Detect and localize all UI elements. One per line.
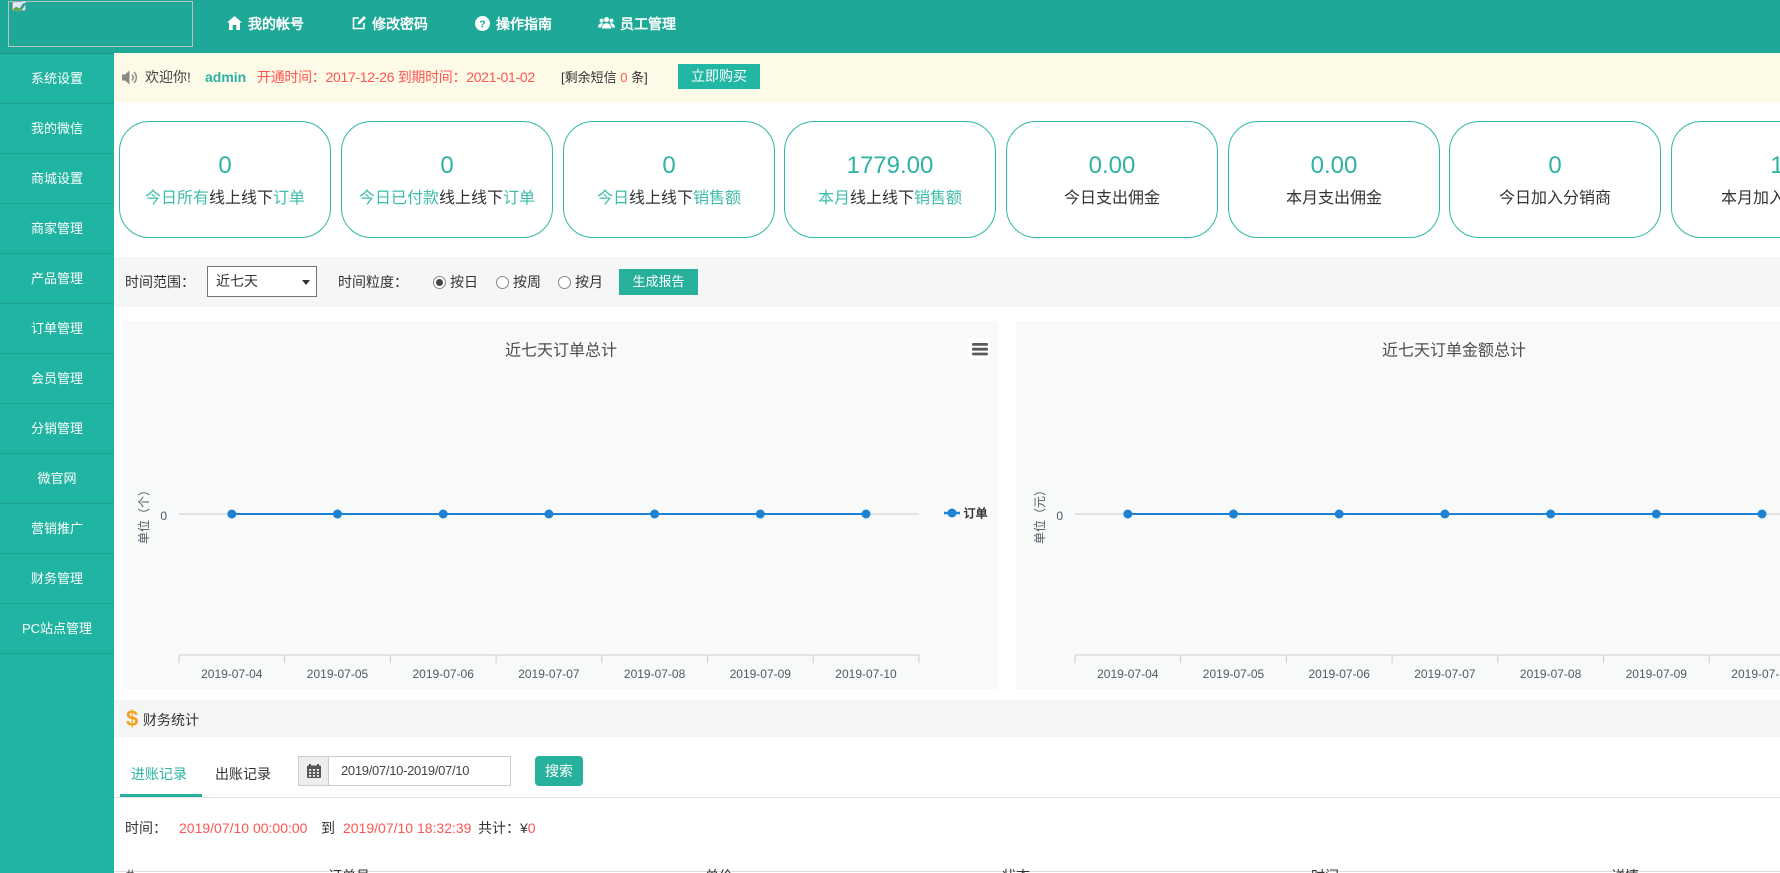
svg-text:2019-07-06: 2019-07-06 xyxy=(413,667,475,681)
svg-text:单位（个）: 单位（个） xyxy=(136,484,151,544)
svg-text:2019-07-09: 2019-07-09 xyxy=(1626,667,1688,681)
svg-text:单位（元）: 单位（元） xyxy=(1032,484,1047,544)
svg-text:订单: 订单 xyxy=(964,506,988,521)
svg-text:2019-07-09: 2019-07-09 xyxy=(730,667,792,681)
svg-text:?: ? xyxy=(479,18,485,30)
svg-text:2019-07-05: 2019-07-05 xyxy=(307,667,369,681)
svg-text:近七天订单总计: 近七天订单总计 xyxy=(505,342,617,360)
svg-text:2019-07-07: 2019-07-07 xyxy=(1414,667,1476,681)
svg-text:2019-07-08: 2019-07-08 xyxy=(624,667,686,681)
svg-text:2019-07-04: 2019-07-04 xyxy=(201,667,263,681)
svg-text:2019-07-05: 2019-07-05 xyxy=(1203,667,1265,681)
svg-text:2019-07-08: 2019-07-08 xyxy=(1520,667,1582,681)
svg-text:0: 0 xyxy=(1056,509,1063,523)
svg-text:2019-07-10: 2019-07-10 xyxy=(1731,667,1780,681)
svg-text:2019-07-06: 2019-07-06 xyxy=(1309,667,1371,681)
svg-text:0: 0 xyxy=(160,509,167,523)
svg-text:2019-07-10: 2019-07-10 xyxy=(835,667,897,681)
svg-text:2019-07-04: 2019-07-04 xyxy=(1097,667,1159,681)
svg-text:2019-07-07: 2019-07-07 xyxy=(518,667,580,681)
svg-text:近七天订单金额总计: 近七天订单金额总计 xyxy=(1382,342,1526,360)
